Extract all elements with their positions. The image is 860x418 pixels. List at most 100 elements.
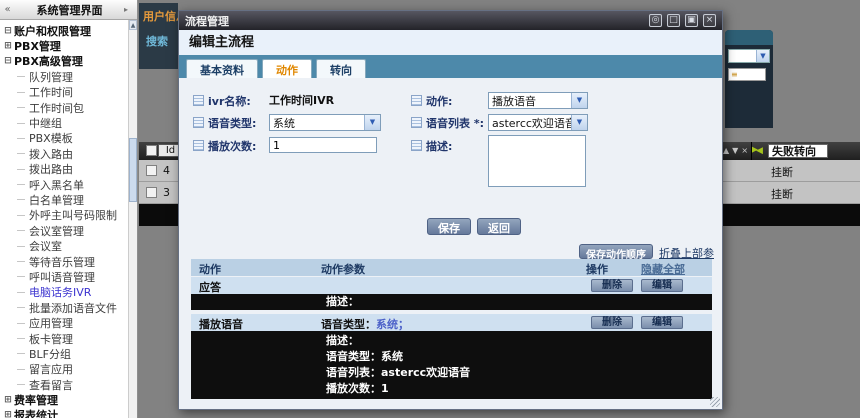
tree-twig <box>17 307 25 308</box>
sidebar-item-voicemail-app[interactable]: 留言应用 <box>0 362 128 377</box>
tab-basic-info[interactable]: 基本资料 <box>186 59 258 78</box>
background-tab[interactable]: 用户信息 搜索 <box>139 3 178 69</box>
tree-twig <box>17 276 25 277</box>
sidebar-collapse-icon[interactable]: « <box>0 4 15 15</box>
window-maximize-icon[interactable]: ▣ <box>685 14 698 27</box>
sidebar-group-label: 费率管理 <box>14 392 58 408</box>
column-params: 动作参数 <box>321 261 365 277</box>
sidebar-item-queue-management[interactable]: 队列管理 <box>0 69 128 84</box>
sidebar-item-inbound-route[interactable]: 拨入路由 <box>0 146 128 161</box>
background-panel-header <box>725 30 773 45</box>
voice-type-select[interactable]: 系统 ▼ <box>269 114 381 131</box>
play-voice-detail: 描述： 语音类型：系统 语音列表：astercc欢迎语音 播放次数：1 <box>191 331 712 399</box>
sidebar-item-caller-limit[interactable]: 外呼主叫号码限制 <box>0 208 128 223</box>
resize-grip[interactable] <box>710 397 720 407</box>
sidebar-item-view-voicemail[interactable]: 查看留言 <box>0 377 128 392</box>
sidebar-item-pbx-template[interactable]: PBX模板 <box>0 131 128 146</box>
sidebar-group-accounts[interactable]: ⊟ 账户和权限管理 <box>0 23 128 38</box>
chevron-down-icon[interactable]: ▼ <box>364 115 380 130</box>
sidebar-item-work-time-package[interactable]: 工作时间包 <box>0 100 128 115</box>
chevron-down-icon[interactable]: ▼ <box>756 50 769 62</box>
fail-redirect-value: 挂断 <box>771 164 793 180</box>
save-button[interactable]: 保存 <box>427 218 471 235</box>
tab-bar: 基本资料 动作 转向 <box>179 55 722 78</box>
sidebar-item-ivr[interactable]: 电脑话务IVR <box>0 285 128 300</box>
edit-button[interactable]: 编辑 <box>641 316 683 329</box>
sidebar-group-reports[interactable]: ⊞ 报表统计 <box>0 408 128 418</box>
description-textarea[interactable] <box>488 135 586 187</box>
expand-plus-icon[interactable]: ⊞ <box>2 395 14 405</box>
save-order-button[interactable]: 保存动作顺序 <box>579 244 653 259</box>
sort-down-icon[interactable]: ▼ <box>732 146 738 155</box>
background-input[interactable]: ≡ <box>728 68 766 81</box>
pin-icon[interactable]: ▸ <box>124 5 137 14</box>
sidebar-item-work-time[interactable]: 工作时间 <box>0 85 128 100</box>
sidebar-item-outbound-route[interactable]: 拨出路由 <box>0 162 128 177</box>
params-value[interactable]: 系统； <box>376 318 409 331</box>
field-icon <box>193 140 204 151</box>
fail-redirect-column-header: 失败转向 <box>768 144 828 158</box>
sidebar-item-call-voice-management[interactable]: 呼叫语音管理 <box>0 269 128 284</box>
sidebar-group-rates[interactable]: ⊞ 费率管理 <box>0 392 128 407</box>
expand-plus-icon[interactable]: ⊞ <box>2 410 14 418</box>
play-times-input[interactable] <box>269 137 377 153</box>
sidebar-item-board-management[interactable]: 板卡管理 <box>0 331 128 346</box>
sidebar-item-inbound-blacklist[interactable]: 呼入黑名单 <box>0 177 128 192</box>
collapse-minus-icon[interactable]: ⊟ <box>2 26 14 36</box>
select-all-checkbox[interactable] <box>146 145 157 156</box>
sidebar-group-pbx[interactable]: ⊞ PBX管理 <box>0 38 128 53</box>
sidebar-item-batch-add-voice[interactable]: 批量添加语音文件 <box>0 300 128 315</box>
dialog-titlebar[interactable]: 流程管理 ◎ □ ▣ × <box>179 11 722 30</box>
expand-plus-icon[interactable]: ⊞ <box>2 41 14 51</box>
row-checkbox[interactable] <box>146 165 157 176</box>
column-ops: 操作 <box>586 261 608 277</box>
ivr-name-value: 工作时间IVR <box>269 92 334 109</box>
sidebar-title: 系统管理界面 <box>15 2 124 18</box>
sidebar-item-moh-management[interactable]: 等待音乐管理 <box>0 254 128 269</box>
voice-list-label: 语音列表 *: <box>411 114 484 131</box>
sidebar-item-conference-management[interactable]: 会议室管理 <box>0 223 128 238</box>
sidebar-item-app-management[interactable]: 应用管理 <box>0 315 128 330</box>
tree-twig <box>17 369 25 370</box>
tab-action[interactable]: 动作 <box>262 59 312 78</box>
sidebar-item-blf-group[interactable]: BLF分组 <box>0 346 128 361</box>
action-select[interactable]: 播放语音 ▼ <box>488 92 588 109</box>
close-icon[interactable]: × <box>703 14 716 27</box>
column-divider <box>751 142 752 160</box>
tree-twig <box>17 123 25 124</box>
action-table-header: 动作 动作参数 操作 隐藏全部 <box>191 259 712 276</box>
background-dropdown-value <box>729 50 756 62</box>
tree-twig <box>17 384 25 385</box>
delete-button[interactable]: 删除 <box>591 279 633 292</box>
arrow-left-icon[interactable]: ◀ <box>756 146 763 156</box>
chevron-down-icon[interactable]: ▼ <box>571 115 587 130</box>
tree-twig <box>17 92 25 93</box>
edit-button[interactable]: 编辑 <box>641 279 683 292</box>
dialog-title: 流程管理 <box>185 13 649 29</box>
sidebar-group-label: 账户和权限管理 <box>14 23 91 39</box>
remove-icon[interactable]: × <box>741 146 748 155</box>
voice-list-select[interactable]: astercc欢迎语音 ▼ <box>488 114 588 131</box>
window-refresh-icon[interactable]: ◎ <box>649 14 662 27</box>
chevron-down-icon[interactable]: ▼ <box>571 93 587 108</box>
sort-up-icon[interactable]: ▲ <box>723 146 729 155</box>
sidebar-item-conference-room[interactable]: 会议室 <box>0 238 128 253</box>
scrollbar-thumb[interactable] <box>129 138 137 202</box>
hide-all-link[interactable]: 隐藏全部 <box>641 261 685 277</box>
background-search-button[interactable]: 搜索 <box>139 24 178 49</box>
sidebar-group-label: 报表统计 <box>14 407 58 418</box>
sidebar-group-pbx-advanced[interactable]: ⊟ PBX高级管理 <box>0 54 128 69</box>
sidebar-header: « 系统管理界面 ▸ <box>0 0 137 20</box>
tab-redirect[interactable]: 转向 <box>316 59 366 78</box>
window-restore-icon[interactable]: □ <box>667 14 680 27</box>
scroll-up-icon[interactable]: ▲ <box>129 20 137 30</box>
answer-detail: 描述： <box>191 294 712 310</box>
back-button[interactable]: 返回 <box>477 218 521 235</box>
background-dropdown[interactable]: ▼ <box>728 49 770 63</box>
sidebar-item-trunk-group[interactable]: 中继组 <box>0 115 128 130</box>
sidebar-scrollbar[interactable]: ▲ <box>128 20 137 418</box>
sidebar-item-whitelist[interactable]: 白名单管理 <box>0 192 128 207</box>
collapse-minus-icon[interactable]: ⊟ <box>2 56 14 66</box>
delete-button[interactable]: 删除 <box>591 316 633 329</box>
row-checkbox[interactable] <box>146 187 157 198</box>
